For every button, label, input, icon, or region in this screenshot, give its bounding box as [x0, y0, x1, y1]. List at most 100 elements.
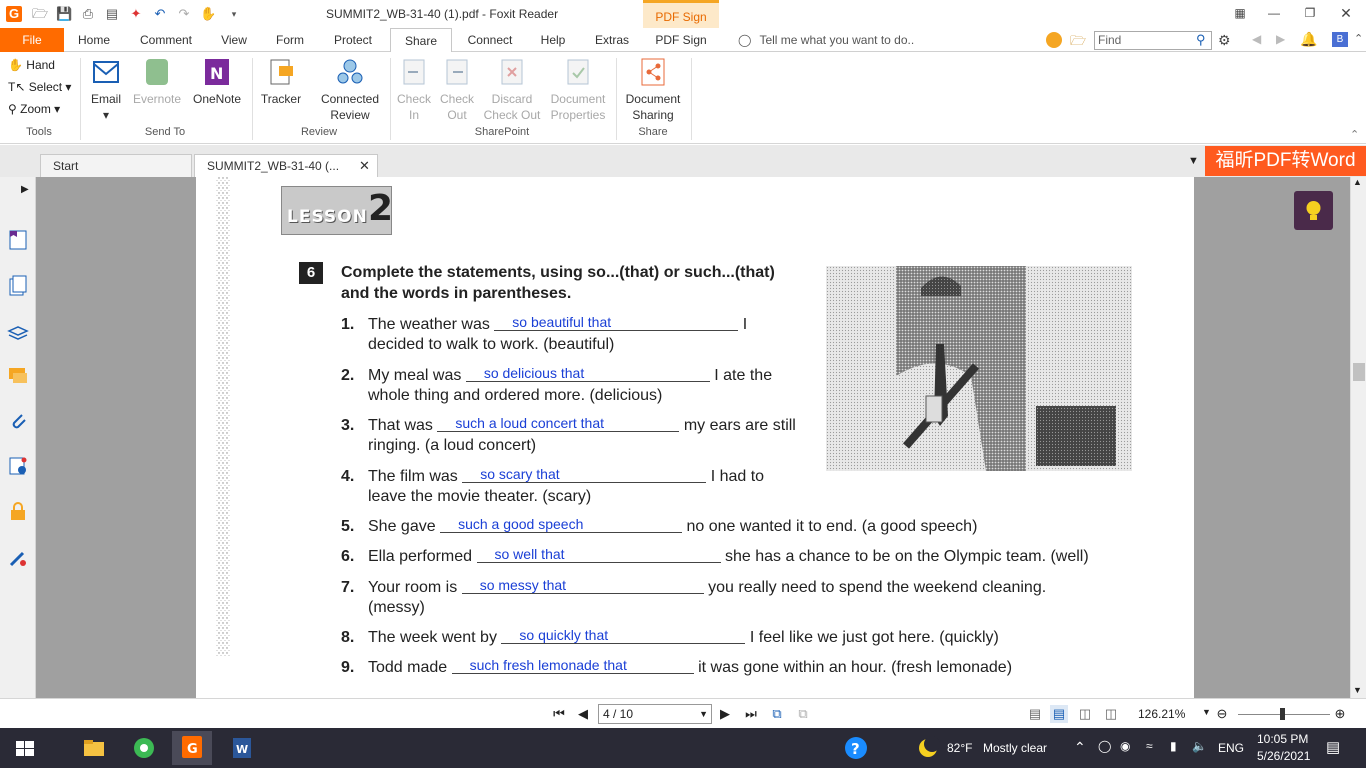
close-tab-icon[interactable]: ✕	[359, 155, 370, 177]
answer-blank[interactable]: so beautiful that	[494, 314, 739, 331]
connected-review-button[interactable]: Connected Review	[314, 56, 386, 123]
tab-form[interactable]: Form	[266, 28, 314, 52]
account-icon[interactable]: B	[1332, 32, 1348, 47]
hand-tool[interactable]: ✋ Hand	[8, 55, 55, 75]
signature-icon[interactable]	[7, 455, 29, 477]
tab-file[interactable]: File	[0, 28, 64, 52]
answer-blank[interactable]: such a loud concert that	[437, 415, 680, 432]
answer-blank[interactable]: so delicious that	[465, 365, 710, 382]
tab-extras[interactable]: Extras	[584, 28, 640, 52]
maximize-button[interactable]: ❐	[1300, 4, 1320, 22]
scroll-down-icon[interactable]: ▼	[1353, 685, 1362, 695]
notifications-icon[interactable]: ▤	[1326, 738, 1340, 756]
document-properties-button[interactable]: Document Properties	[546, 56, 610, 123]
print-icon[interactable]: ⎙	[80, 6, 96, 22]
find-input[interactable]: Find	[1094, 31, 1212, 50]
continuous-page-icon[interactable]: ▤	[1050, 705, 1068, 723]
tab-protect[interactable]: Protect	[322, 28, 384, 52]
previous-result-icon[interactable]: ◀	[1252, 32, 1261, 46]
select-tool[interactable]: T↖ Select ▾	[8, 77, 71, 97]
find-folder-icon[interactable]: 🗁	[1070, 32, 1086, 54]
tab-start[interactable]: Start	[40, 154, 192, 177]
next-view-icon[interactable]: ⧉	[794, 705, 812, 723]
previous-view-icon[interactable]: ⧉	[768, 705, 786, 723]
answer-blank[interactable]: such fresh lemonade that	[451, 657, 694, 674]
notification-bell-icon[interactable]: 🔔	[1300, 31, 1317, 48]
tell-me-search[interactable]: ◯ Tell me what you want to do..	[738, 28, 914, 52]
layers-icon[interactable]	[7, 321, 29, 343]
redo-icon[interactable]: ↷	[176, 6, 192, 22]
tab-view[interactable]: View	[212, 28, 256, 52]
scroll-thumb[interactable]	[1353, 363, 1365, 381]
pdf-sign-context-tab[interactable]: PDF Sign	[643, 0, 719, 28]
tab-home[interactable]: Home	[68, 28, 120, 52]
previous-page-icon[interactable]: ◀	[574, 705, 592, 723]
clock-date[interactable]: 5/26/2021	[1257, 749, 1310, 763]
email-button[interactable]: Email ▾	[86, 56, 126, 123]
language-indicator[interactable]: ENG	[1218, 741, 1244, 755]
document-sharing-button[interactable]: Document Sharing	[620, 56, 686, 123]
zoom-slider-thumb[interactable]	[1280, 708, 1285, 720]
undo-icon[interactable]: ↶	[152, 6, 168, 22]
search-icon[interactable]: ⚲	[1196, 32, 1206, 48]
tracker-button[interactable]: Tracker	[256, 56, 306, 107]
next-result-icon[interactable]: ▶	[1276, 32, 1285, 46]
feedback-smile-icon[interactable]	[1046, 32, 1062, 48]
tray-chevron-icon[interactable]: ⌃	[1074, 739, 1086, 756]
browser-icon[interactable]	[130, 734, 158, 762]
expand-panel-icon[interactable]: ▶	[21, 184, 29, 195]
help-icon[interactable]: ?	[842, 734, 870, 762]
pdf-to-word-banner[interactable]: 福昕PDF转Word	[1205, 146, 1366, 176]
device-icon[interactable]: ◯	[1098, 739, 1111, 753]
fill-sign-icon[interactable]	[7, 547, 29, 569]
collapse-ribbon-icon[interactable]: ⌃	[1354, 32, 1363, 45]
battery-icon[interactable]: ▮	[1170, 739, 1177, 753]
answer-blank[interactable]: such a good speech	[440, 516, 683, 533]
single-page-icon[interactable]: ▤	[1026, 705, 1044, 723]
tab-connect[interactable]: Connect	[458, 28, 522, 52]
bookmark-icon[interactable]	[7, 229, 29, 251]
clock-time[interactable]: 10:05 PM	[1257, 732, 1308, 746]
zoom-dropdown-icon[interactable]: ▼	[1202, 707, 1211, 717]
file-explorer-icon[interactable]	[80, 734, 108, 762]
volume-icon[interactable]: 🔈	[1192, 739, 1207, 753]
new-document-icon[interactable]: ✦	[128, 6, 144, 22]
check-in-button[interactable]: Check In	[394, 56, 434, 123]
first-page-icon[interactable]: ⏮	[550, 705, 568, 723]
next-page-icon[interactable]: ▶	[716, 705, 734, 723]
gear-icon[interactable]: ⚙	[1218, 32, 1231, 49]
zoom-level[interactable]: 126.21%	[1138, 707, 1185, 721]
answer-blank[interactable]: so scary that	[462, 466, 707, 483]
discard-check-out-button[interactable]: Discard Check Out	[480, 56, 544, 123]
customize-chevron-icon[interactable]: ▾	[226, 6, 242, 22]
tab-document[interactable]: SUMMIT2_WB-31-40 (... ✕	[194, 154, 378, 177]
hand-tool-quick-icon[interactable]: ✋	[200, 6, 216, 22]
answer-blank[interactable]: so messy that	[461, 577, 704, 594]
tip-lightbulb-button[interactable]	[1294, 191, 1333, 230]
scroll-up-icon[interactable]: ▲	[1353, 177, 1362, 187]
zoom-tool[interactable]: ⚲ Zoom ▾	[8, 99, 60, 119]
network-warning-icon[interactable]: ◉	[1120, 739, 1130, 753]
page-dropdown-icon[interactable]: ▼	[699, 705, 708, 723]
close-button[interactable]: ✕	[1336, 4, 1356, 22]
onenote-button[interactable]: N OneNote	[190, 56, 244, 107]
minimize-button[interactable]: —	[1264, 4, 1284, 22]
answer-blank[interactable]: so well that	[476, 546, 721, 563]
evernote-button[interactable]: Evernote	[130, 56, 184, 107]
foxit-reader-taskbar-icon[interactable]: G	[172, 731, 212, 765]
properties-icon[interactable]: ▤	[104, 6, 120, 22]
zoom-out-icon[interactable]: ⊖	[1213, 705, 1231, 723]
start-windows-icon[interactable]	[12, 734, 40, 762]
tab-help[interactable]: Help	[530, 28, 576, 52]
facing-page-icon[interactable]: ◫	[1076, 705, 1094, 723]
comments-icon[interactable]	[7, 365, 29, 387]
last-page-icon[interactable]: ⏭	[742, 705, 760, 723]
page-number-input[interactable]: 4 / 10 ▼	[598, 704, 712, 724]
open-folder-icon[interactable]: 🗁	[32, 6, 48, 22]
wifi-icon[interactable]: ≈	[1146, 739, 1153, 753]
vertical-scrollbar[interactable]: ▲ ▼	[1350, 177, 1366, 698]
lock-icon[interactable]	[7, 500, 29, 522]
answer-blank[interactable]: so quickly that	[501, 627, 746, 644]
word-icon[interactable]: W	[228, 734, 256, 762]
save-icon[interactable]: 💾	[56, 6, 72, 22]
